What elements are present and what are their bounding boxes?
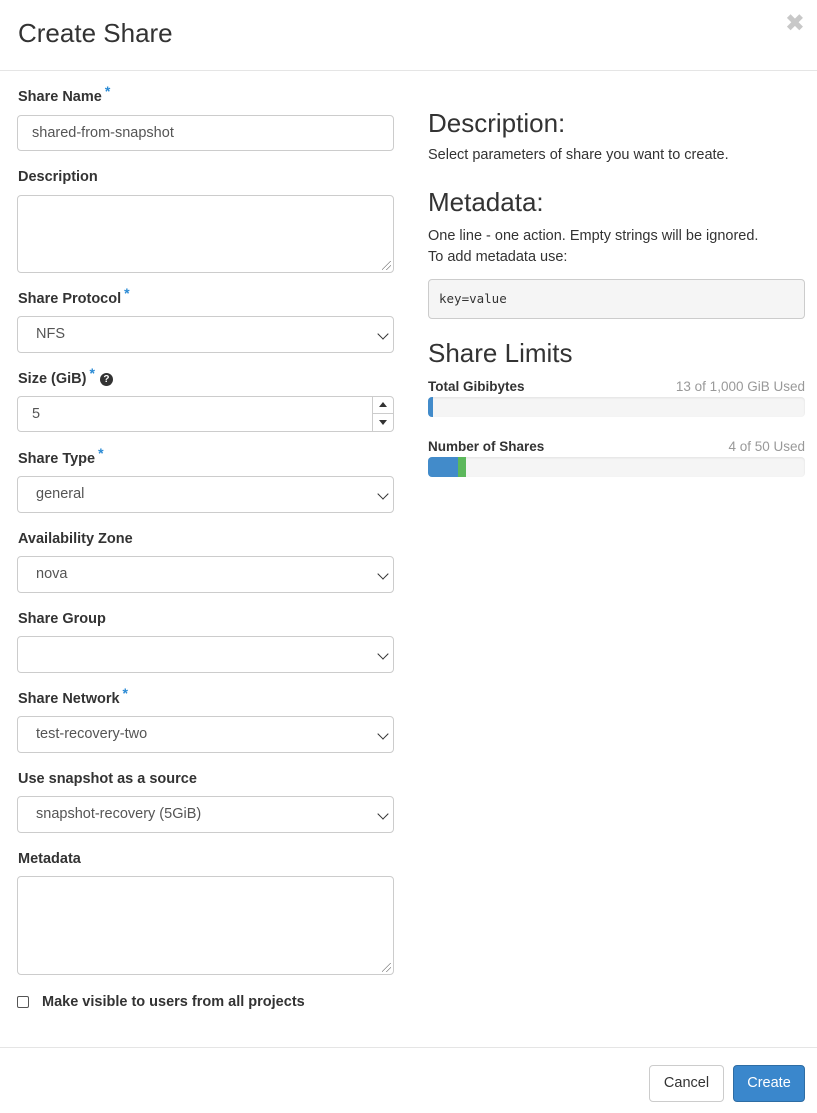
visible-all-projects-label[interactable]: Make visible to users from all projects: [42, 994, 305, 1010]
metadata-example: key=value: [428, 279, 805, 319]
metadata-heading: Metadata:: [428, 187, 544, 217]
description-textarea[interactable]: [17, 195, 394, 273]
quota-gibibytes-label: Total Gibibytes: [428, 379, 525, 394]
share-group-select[interactable]: [17, 636, 394, 673]
increment-icon[interactable]: [373, 397, 393, 414]
required-marker: *: [89, 365, 95, 381]
share-network-select[interactable]: test-recovery-two: [17, 716, 394, 753]
cancel-button[interactable]: Cancel: [649, 1065, 724, 1102]
visible-all-projects-checkbox[interactable]: [17, 996, 29, 1008]
quota-shares-added-fill: [458, 457, 466, 477]
share-protocol-select[interactable]: NFS: [17, 316, 394, 353]
quota-gibibytes-bar: [428, 397, 805, 417]
description-label: Description: [18, 169, 98, 185]
share-group-label: Share Group: [18, 611, 106, 627]
snapshot-source-select[interactable]: snapshot-recovery (5GiB): [17, 796, 394, 833]
chevron-down-icon: [377, 568, 389, 580]
availability-zone-select[interactable]: nova: [17, 556, 394, 593]
size-number-input[interactable]: 5: [17, 396, 394, 432]
chevron-down-icon: [377, 328, 389, 340]
share-name-input[interactable]: shared-from-snapshot: [17, 115, 394, 151]
quota-shares-label: Number of Shares: [428, 439, 545, 454]
resize-grip-icon[interactable]: [382, 261, 391, 270]
share-name-label: Share Name *: [18, 83, 111, 105]
metadata-help-text-2: To add metadata use:: [428, 249, 568, 265]
modal-title: Create Share: [18, 18, 173, 48]
snapshot-source-label: Use snapshot as a source: [18, 771, 197, 787]
chevron-down-icon: [377, 648, 389, 660]
create-button[interactable]: Create: [733, 1065, 805, 1102]
required-marker: *: [98, 445, 104, 461]
share-type-select[interactable]: general: [17, 476, 394, 513]
description-heading: Description:: [428, 108, 566, 138]
share-name-value: shared-from-snapshot: [32, 125, 174, 141]
number-spinner: [372, 397, 393, 431]
decrement-icon[interactable]: [373, 414, 393, 431]
required-marker: *: [122, 685, 128, 701]
modal-header: Create Share ✖: [0, 0, 817, 71]
chevron-down-icon: [377, 488, 389, 500]
metadata-label: Metadata: [18, 851, 81, 867]
quota-shares-bar: [428, 457, 805, 477]
required-marker: *: [104, 83, 111, 99]
quota-shares-fill: [428, 457, 458, 477]
share-type-label: Share Type *: [18, 445, 104, 467]
chevron-down-icon: [377, 808, 389, 820]
required-marker: *: [124, 285, 130, 301]
quota-shares-used: 4 of 50 Used: [728, 439, 805, 454]
metadata-help-text-1: One line - one action. Empty strings wil…: [428, 228, 759, 244]
chevron-down-icon: [377, 728, 389, 740]
question-circle-icon[interactable]: ?: [99, 373, 113, 386]
resize-grip-icon[interactable]: [382, 963, 391, 972]
share-protocol-label: Share Protocol *: [18, 285, 130, 307]
quota-gibibytes-fill: [428, 397, 433, 417]
description-help-text: Select parameters of share you want to c…: [428, 147, 729, 163]
share-limits-heading: Share Limits: [428, 338, 573, 368]
size-label: Size (GiB) *?: [18, 365, 113, 387]
availability-zone-label: Availability Zone: [18, 531, 133, 547]
metadata-textarea[interactable]: [17, 876, 394, 975]
close-icon[interactable]: ✖: [785, 12, 805, 36]
share-network-label: Share Network *: [18, 685, 128, 707]
quota-gibibytes-used: 13 of 1,000 GiB Used: [675, 379, 805, 394]
